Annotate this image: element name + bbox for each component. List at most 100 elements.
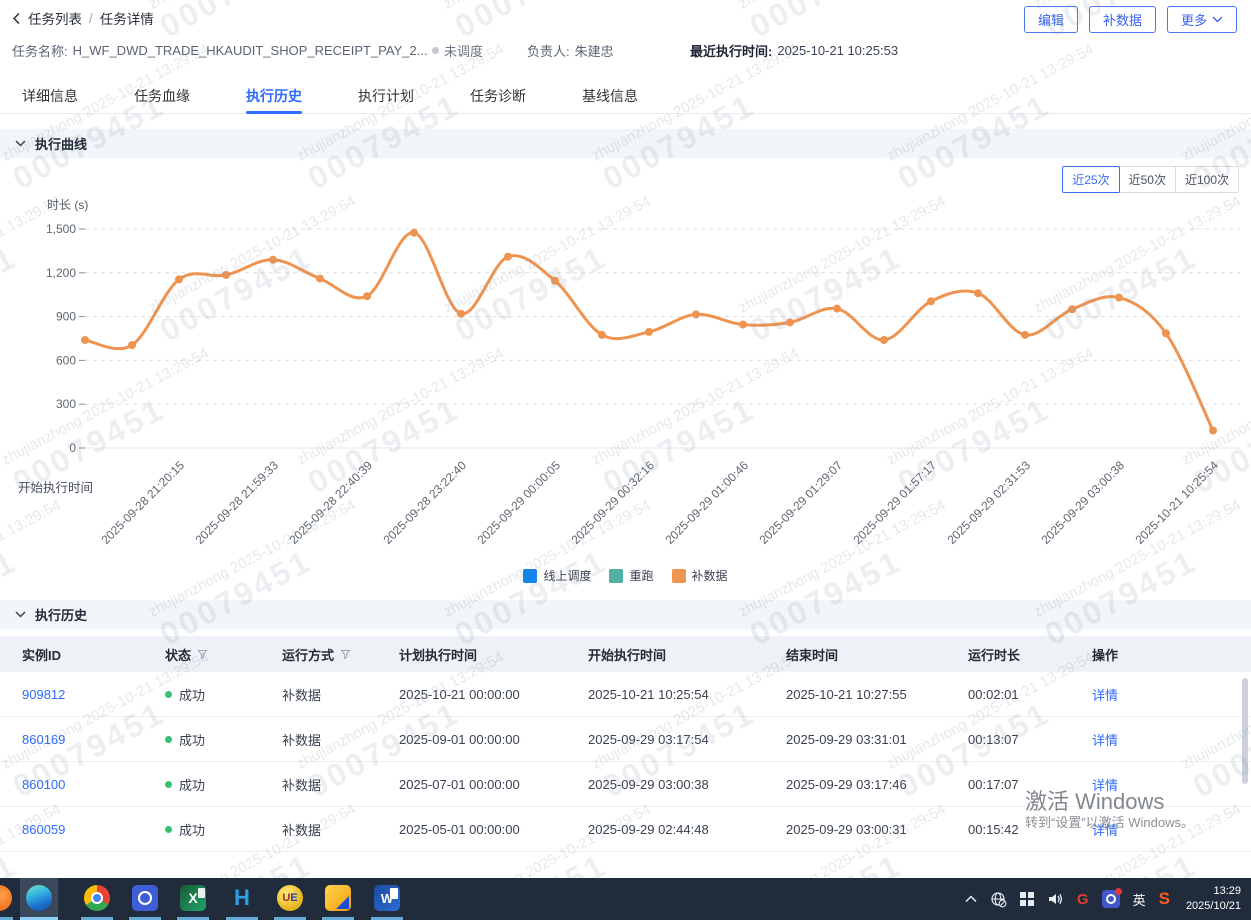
edge-icon[interactable] xyxy=(26,885,52,911)
range-button-0[interactable]: 近25次 xyxy=(1062,166,1119,193)
tray-expand-icon[interactable] xyxy=(965,895,977,903)
planned-time: 2025-07-01 00:00:00 xyxy=(377,777,566,792)
watermark-tile: zhujianzhong 2025-10-21 13:29:5400079451 xyxy=(146,193,376,350)
history-section-title: 执行历史 xyxy=(35,605,87,624)
detail-link[interactable]: 详情 xyxy=(1092,688,1118,703)
clock-date: 2025/10/21 xyxy=(1186,899,1241,914)
watermark-tile: zhujianzhong 2025-10-21 13:29:5400079451 xyxy=(0,41,229,198)
instance-id-link[interactable]: 860169 xyxy=(22,732,65,747)
more-button[interactable]: 更多 xyxy=(1167,6,1237,33)
back-icon[interactable] xyxy=(12,12,21,25)
tab-2[interactable]: 执行历史 xyxy=(246,80,302,113)
chart-legend: 线上调度 重跑 补数据 xyxy=(0,567,1251,584)
start-time: 2025-09-29 03:17:54 xyxy=(566,732,764,747)
owner-value: 朱建忠 xyxy=(575,41,614,60)
recorder-tray-icon[interactable] xyxy=(1102,890,1120,908)
foxit-icon[interactable] xyxy=(325,885,351,911)
g-app-tray-icon[interactable]: G xyxy=(1077,891,1089,908)
instance-id-link[interactable]: 860059 xyxy=(22,822,65,837)
run-duration: 00:13:07 xyxy=(946,732,1070,747)
instance-id-link[interactable]: 860100 xyxy=(22,777,65,792)
history-section-header[interactable]: 执行历史 xyxy=(0,600,1251,629)
svg-text:2025-09-28 21:20:15: 2025-09-28 21:20:15 xyxy=(98,458,187,547)
excel-icon[interactable]: X xyxy=(180,885,206,911)
run-mode: 补数据 xyxy=(260,775,377,794)
status-text: 成功 xyxy=(179,775,205,794)
watermark-tile: zhujianzhong 2025-10-21 13:29:5400079451 xyxy=(146,0,376,45)
backfill-button[interactable]: 补数据 xyxy=(1089,6,1156,33)
svg-text:0: 0 xyxy=(69,441,76,455)
owner-label: 负责人: xyxy=(527,41,570,60)
watermark-tile: zhujianzhong 2025-10-21 13:29:5400079451 xyxy=(589,345,819,502)
dingtalk-icon[interactable] xyxy=(132,885,158,911)
run-mode: 补数据 xyxy=(260,730,377,749)
svg-text:2025-10-21 10:25:54: 2025-10-21 10:25:54 xyxy=(1132,458,1221,547)
instance-id-link[interactable]: 909812 xyxy=(22,687,65,702)
run-mode: 补数据 xyxy=(260,820,377,839)
watermark-tile: zhujianzhong 2025-10-21 13:29:5400079451 xyxy=(1179,345,1251,502)
watermark-tile: zhujianzhong 2025-10-21 13:29:5400079451 xyxy=(0,193,81,350)
table-row-0: 909812成功补数据2025-10-21 00:00:002025-10-21… xyxy=(0,672,1251,717)
taskbar-clock[interactable]: 13:29 2025/10/21 xyxy=(1186,884,1241,914)
tab-4[interactable]: 任务诊断 xyxy=(470,80,526,113)
legend-swatch xyxy=(672,569,686,583)
status-text: 成功 xyxy=(179,730,205,749)
x-axis-title: 开始执行时间 xyxy=(18,477,93,496)
detail-link[interactable]: 详情 xyxy=(1092,733,1118,748)
column-header-6: 运行时长 xyxy=(946,645,1070,664)
svg-text:2025-09-29 01:29:07: 2025-09-29 01:29:07 xyxy=(756,458,845,547)
tab-5[interactable]: 基线信息 xyxy=(582,80,638,113)
svg-text:2025-09-28 23:22:40: 2025-09-28 23:22:40 xyxy=(380,458,469,547)
filter-icon[interactable] xyxy=(197,649,208,660)
svg-text:1,500: 1,500 xyxy=(46,222,76,236)
input-method-indicator[interactable]: 英 xyxy=(1133,890,1146,909)
status-dot xyxy=(432,47,439,54)
tab-0[interactable]: 详细信息 xyxy=(22,80,78,113)
end-time: 2025-09-29 03:00:31 xyxy=(764,822,946,837)
sogou-tray-icon[interactable]: S xyxy=(1159,889,1170,909)
clock-time: 13:29 xyxy=(1186,884,1241,899)
network-globe-icon[interactable] xyxy=(990,891,1007,908)
tab-3[interactable]: 执行计划 xyxy=(358,80,414,113)
h-app-icon[interactable]: H xyxy=(229,885,255,911)
start-time: 2025-10-21 10:25:54 xyxy=(566,687,764,702)
success-dot xyxy=(165,736,172,743)
run-mode: 补数据 xyxy=(260,685,377,704)
svg-text:2025-09-28 21:59:33: 2025-09-28 21:59:33 xyxy=(192,458,281,547)
curve-section-header[interactable]: 执行曲线 xyxy=(0,129,1251,158)
legend-item-0[interactable]: 线上调度 xyxy=(523,567,591,584)
edit-button[interactable]: 编辑 xyxy=(1024,6,1078,33)
tab-1[interactable]: 任务血缘 xyxy=(134,80,190,113)
scrollbar-thumb[interactable] xyxy=(1242,678,1248,784)
breadcrumb: 任务列表 / 任务详情 xyxy=(12,8,154,28)
end-time: 2025-09-29 03:17:46 xyxy=(764,777,946,792)
breadcrumb-task-detail: 任务详情 xyxy=(100,8,154,28)
range-button-group: 近25次近50次近100次 xyxy=(1063,166,1239,193)
chrome-icon[interactable] xyxy=(84,885,110,911)
collapse-caret-icon xyxy=(15,140,26,147)
watermark-tile: zhujianzhong 2025-10-21 13:29:5400079451 xyxy=(736,193,966,350)
range-button-1[interactable]: 近50次 xyxy=(1119,166,1176,193)
word-icon[interactable]: W xyxy=(374,885,400,911)
breadcrumb-separator: / xyxy=(89,11,93,26)
legend-label: 重跑 xyxy=(629,567,653,584)
windows-grid-icon[interactable] xyxy=(1020,892,1034,906)
watermark-tile: zhujianzhong 2025-10-21 13:29:5400079451 xyxy=(441,193,671,350)
status-text: 成功 xyxy=(179,820,205,839)
start-time: 2025-09-29 02:44:48 xyxy=(566,822,764,837)
column-header-5: 结束时间 xyxy=(764,645,946,664)
breadcrumb-task-list[interactable]: 任务列表 xyxy=(28,8,82,28)
watermark-tile: zhujianzhong 2025-10-21 13:29:5400079451 xyxy=(884,345,1114,502)
legend-item-1[interactable]: 重跑 xyxy=(609,567,653,584)
svg-text:1,200: 1,200 xyxy=(46,266,76,280)
partial-app-icon[interactable] xyxy=(0,885,12,911)
y-axis-title: 时长 (s) xyxy=(47,196,88,213)
watermark-tile: zhujianzhong 2025-10-21 13:29:5400079451 xyxy=(736,0,966,45)
range-button-2[interactable]: 近100次 xyxy=(1175,166,1239,193)
legend-item-2[interactable]: 补数据 xyxy=(672,567,728,584)
ultraedit-icon[interactable]: UE xyxy=(277,885,303,911)
status-text: 成功 xyxy=(179,685,205,704)
volume-icon[interactable] xyxy=(1047,891,1064,907)
watermark-tile: zhujianzhong 2025-10-21 13:29:5400079451 xyxy=(294,41,524,198)
filter-icon[interactable] xyxy=(340,649,351,660)
